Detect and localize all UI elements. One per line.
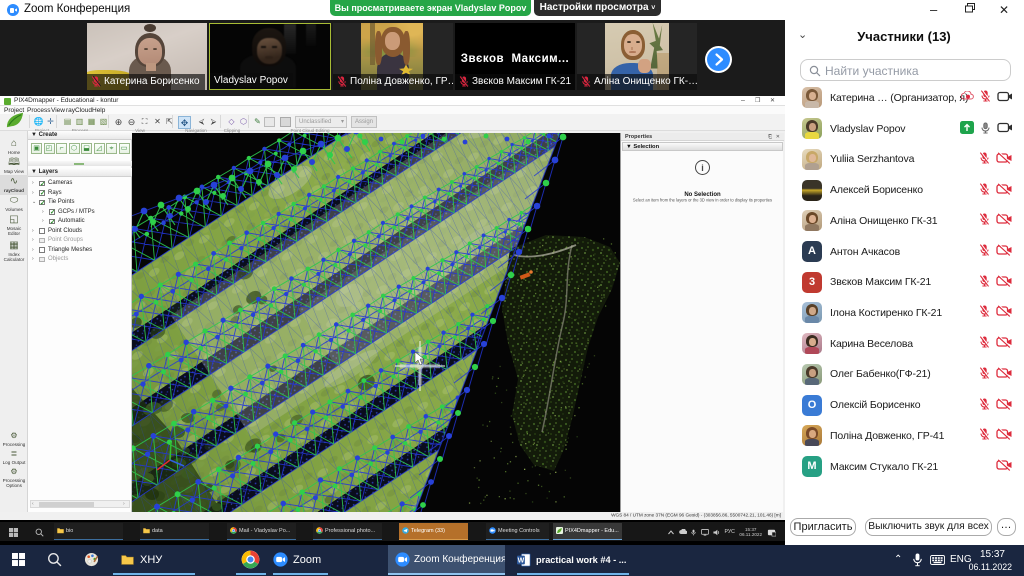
svg-text:W: W: [518, 557, 525, 564]
